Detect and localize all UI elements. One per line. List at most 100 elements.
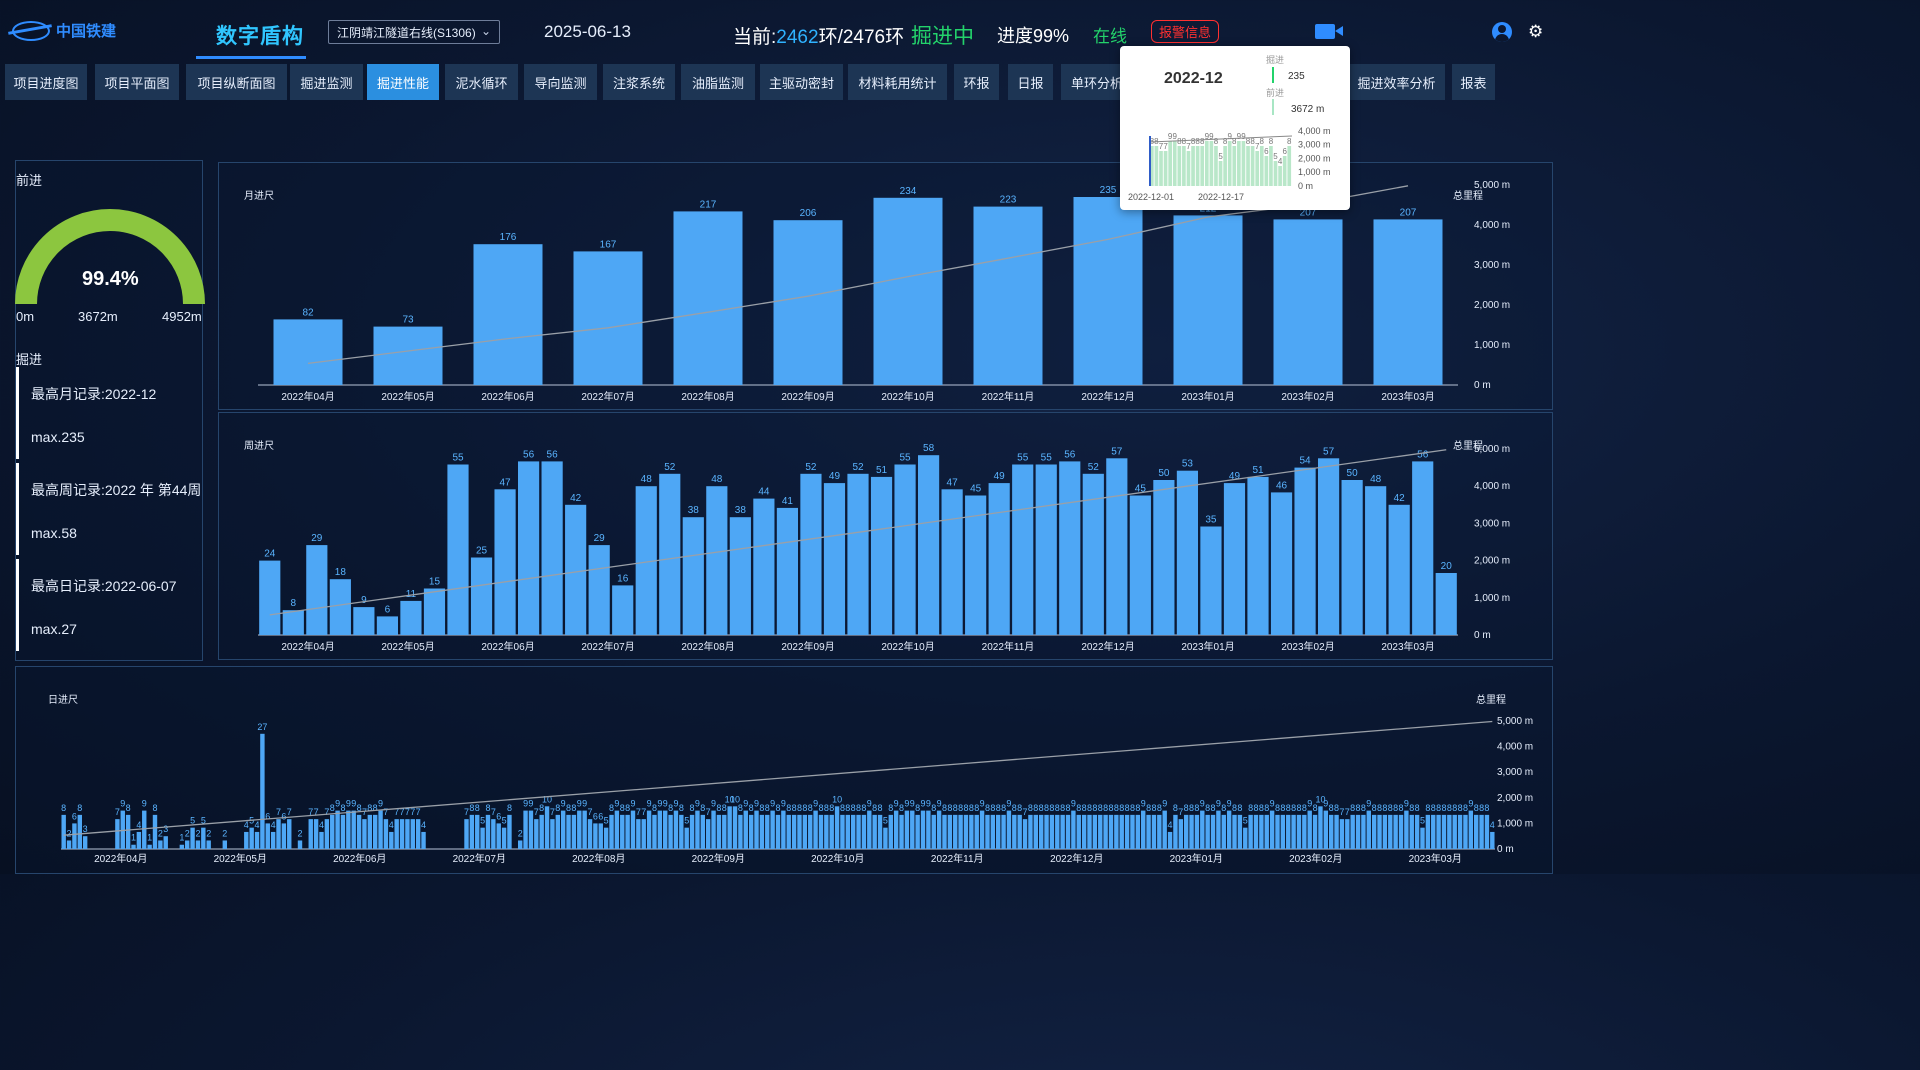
gear-icon[interactable]: ⚙ xyxy=(1528,22,1543,42)
bar-value-label: 8 xyxy=(571,803,576,813)
tab-project-plan[interactable]: 项目平面图 xyxy=(95,64,179,100)
bar xyxy=(61,814,66,849)
bar-value-label: 56 xyxy=(1064,449,1076,460)
bar xyxy=(276,819,281,849)
bar xyxy=(1178,819,1184,849)
bar-value-label: 8 xyxy=(152,803,157,813)
tooltip-mini-bar xyxy=(1223,146,1227,186)
bar-value-label: 8 xyxy=(716,803,721,813)
bar-value-label: 8 xyxy=(931,803,936,813)
bar-value-label: 8 xyxy=(974,803,979,813)
bar-value-label: 7 xyxy=(706,807,711,817)
bar xyxy=(834,806,840,849)
bar-value-label: 9 xyxy=(743,799,748,809)
bar-value-label: 9 xyxy=(910,799,915,809)
bar-value-label: 6 xyxy=(593,811,598,821)
x-tick-label: 2022年08月 xyxy=(681,640,734,653)
bar-value-label: 9 xyxy=(1270,799,1275,809)
bar xyxy=(346,810,351,849)
tab-material-consumption[interactable]: 材料耗用统计 xyxy=(848,64,947,100)
bar xyxy=(158,840,163,849)
bar-value-label: 5 xyxy=(684,816,689,826)
bar-value-label: 8 xyxy=(1382,803,1387,813)
alarm-button[interactable]: 报警信息 xyxy=(1151,20,1219,43)
bar xyxy=(1328,814,1334,849)
bar-value-label: 73 xyxy=(402,315,414,326)
bar xyxy=(748,814,754,849)
x-tick-label: 2022年07月 xyxy=(581,390,634,403)
tooltip-mini-chart: 掘进235前进3672 m887799887888998589899887868… xyxy=(1128,54,1331,202)
bar-value-label: 8 xyxy=(1184,803,1189,813)
tab-reports[interactable]: 报表 xyxy=(1452,64,1495,100)
tab-daily-report[interactable]: 日报 xyxy=(1008,64,1053,100)
user-icon[interactable] xyxy=(1492,22,1512,42)
bar xyxy=(588,545,610,635)
bar-value-label: 52 xyxy=(852,462,864,473)
bar xyxy=(1028,814,1033,849)
tab-slurry-circulation[interactable]: 泥水循环 xyxy=(445,64,518,100)
bar-value-label: 8 xyxy=(953,803,958,813)
bar-value-label: 8 xyxy=(1377,803,1382,813)
bar-value-label: 8 xyxy=(1474,803,1479,813)
bar xyxy=(201,827,206,849)
bar xyxy=(469,814,475,849)
tooltip-mini-bar xyxy=(1227,141,1232,186)
bar xyxy=(1129,495,1151,635)
bar-value-label: 8 xyxy=(1028,803,1033,813)
bar-value-label: 8 xyxy=(507,803,512,813)
bar xyxy=(1479,814,1484,849)
tab-project-profile[interactable]: 项目纵断面图 xyxy=(186,64,287,100)
tab-efficiency-analysis[interactable]: 掘进效率分析 xyxy=(1348,64,1445,100)
bar-value-label: 8 xyxy=(1356,803,1361,813)
tab-main-drive-seal[interactable]: 主驱动密封 xyxy=(760,64,843,100)
tooltip-mini-bar xyxy=(1191,146,1195,186)
bar xyxy=(539,814,544,849)
bar-value-label: 8 xyxy=(1372,803,1377,813)
bar-value-label: 7 xyxy=(383,807,388,817)
bar xyxy=(883,827,888,849)
tooltip-mini-x-tick: 2022-12-17 xyxy=(1198,192,1244,202)
bar-value-label: 8 xyxy=(990,803,995,813)
x-tick-label: 2022年11月 xyxy=(982,390,1035,403)
bar-value-label: 9 xyxy=(1323,799,1328,809)
bar xyxy=(421,831,426,849)
x-tick-label: 2022年11月 xyxy=(931,852,984,865)
video-camera-icon[interactable] xyxy=(1315,24,1343,39)
bar xyxy=(72,823,77,849)
bar-value-label: 7 xyxy=(464,807,469,817)
tab-project-progress[interactable]: 项目进度图 xyxy=(5,64,87,100)
x-tick-label: 2022年04月 xyxy=(94,852,147,865)
project-select[interactable]: 江阴靖江隧道右线(S1306) ⌄ xyxy=(328,20,500,44)
project-select-value: 江阴靖江隧道右线(S1306) xyxy=(337,25,476,40)
bar xyxy=(1114,814,1119,849)
tab-grease-monitor[interactable]: 油脂监测 xyxy=(681,64,755,100)
bar xyxy=(383,819,389,849)
bar xyxy=(1350,814,1355,849)
bar xyxy=(528,810,534,849)
tab-guidance-monitor[interactable]: 导向监测 xyxy=(524,64,597,100)
tab-excavation-performance[interactable]: 掘进性能 xyxy=(367,64,439,100)
bar xyxy=(475,814,480,849)
bar xyxy=(1106,458,1128,635)
bar-value-label: 5 xyxy=(1420,816,1425,826)
bar xyxy=(1232,814,1237,849)
bar xyxy=(593,823,598,849)
chevron-down-icon: ⌄ xyxy=(480,24,491,38)
bar-value-label: 8 xyxy=(947,803,952,813)
record-title: 最高月记录:2022-12 xyxy=(31,386,157,402)
bar-value-label: 5 xyxy=(604,816,609,826)
bar xyxy=(1307,810,1312,849)
bar xyxy=(1425,814,1431,849)
tab-grouting-system[interactable]: 注浆系统 xyxy=(603,64,675,100)
tooltip-advance-label: 前进 xyxy=(1266,87,1284,98)
bar-value-label: 9 xyxy=(351,799,356,809)
bar-value-label: 16 xyxy=(617,573,629,584)
x-tick-label: 2022年10月 xyxy=(811,852,864,865)
tab-ring-report[interactable]: 环报 xyxy=(954,64,999,100)
bar xyxy=(136,831,142,849)
tab-excavation-monitor[interactable]: 掘进监测 xyxy=(290,64,363,100)
bar-value-label: 8 xyxy=(291,598,297,609)
tooltip-excavation-value: 235 xyxy=(1288,71,1305,82)
bar xyxy=(1334,814,1339,849)
tooltip-mini-bar xyxy=(1200,146,1205,186)
